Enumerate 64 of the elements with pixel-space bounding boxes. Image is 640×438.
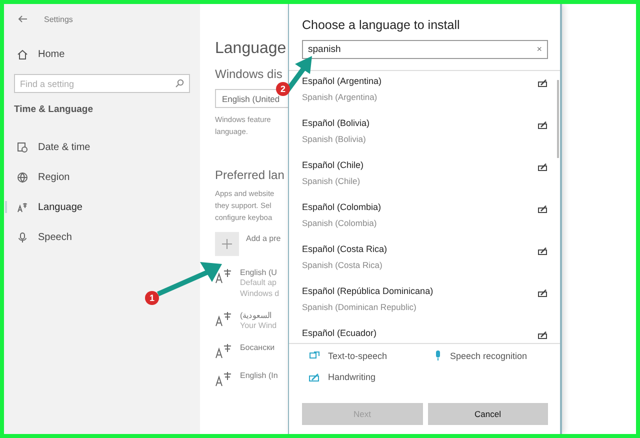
language-english-name: Spanish (Dominican Republic) — [302, 302, 418, 312]
search-icon — [175, 79, 184, 88]
home-icon — [17, 48, 28, 60]
search-field[interactable]: Find a setting — [14, 74, 190, 93]
language-name[interactable]: (السعودية — [240, 311, 277, 320]
add-language-button[interactable] — [215, 232, 239, 256]
language-icon — [215, 311, 233, 327]
feature-label: Handwriting — [309, 372, 434, 382]
language-name[interactable]: English (In — [240, 371, 278, 380]
feature-label: Text-to-speech — [309, 350, 434, 361]
back-arrow-icon[interactable] — [18, 15, 28, 23]
page-title: Language — [215, 40, 288, 58]
home-link[interactable]: Home — [17, 44, 190, 64]
language-english-name: Spanish (Colombia) — [302, 218, 378, 228]
handwriting-icon — [538, 289, 548, 297]
handwriting-icon — [538, 121, 548, 129]
language-icon — [215, 371, 233, 387]
sidebar-item[interactable]: Speech — [17, 227, 190, 247]
annotation-arrow — [157, 262, 222, 296]
language-english-name: Spanish (Chile) — [302, 176, 362, 186]
language-description: Your Wind — [240, 320, 277, 331]
window-title: Settings — [44, 14, 73, 24]
microphone-icon — [17, 232, 28, 242]
sidebar-item[interactable]: Date & time — [17, 137, 190, 157]
selection-indicator — [5, 201, 7, 213]
language-icon — [17, 202, 28, 212]
handwriting-icon — [538, 331, 548, 339]
language-description: Windows d — [240, 288, 280, 299]
globe-icon — [17, 172, 28, 182]
sidebar-item[interactable]: Region — [17, 167, 190, 187]
handwriting-icon — [309, 372, 320, 382]
language-option[interactable]: Español (Ecuador) — [302, 328, 377, 338]
language-name[interactable]: English (U — [240, 268, 280, 277]
dialog-button[interactable]: Cancel — [428, 403, 548, 425]
language-option[interactable]: Español (Argentina) — [302, 76, 382, 86]
speech-bubble-icon — [309, 350, 320, 360]
language-english-name: Spanish (Costa Rica) — [302, 260, 384, 270]
language-english-name: Spanish (Bolivia) — [302, 134, 367, 144]
handwriting-icon — [538, 205, 548, 213]
language-option[interactable]: Español (Chile) — [302, 160, 364, 170]
dialog-title: Choose a language to install — [301, 18, 461, 32]
calendar-clock-icon — [17, 142, 28, 152]
clear-button[interactable]: × — [536, 44, 542, 54]
section-heading: Preferred lan — [215, 168, 286, 182]
language-option[interactable]: Español (Colombia) — [302, 202, 382, 212]
language-english-name: Spanish (Argentina) — [302, 92, 378, 102]
language-option[interactable]: Español (Bolivia) — [302, 118, 370, 128]
add-language-label[interactable]: Add a pre — [246, 234, 281, 256]
microphone-icon — [434, 350, 442, 361]
section-heading: Windows dis — [215, 67, 284, 81]
plus-icon — [222, 239, 232, 249]
scrollbar[interactable] — [557, 80, 559, 158]
language-option[interactable]: Español (República Dominicana) — [302, 286, 434, 296]
language-icon — [215, 268, 233, 284]
language-description: Default ap — [240, 277, 278, 288]
handwriting-icon — [538, 247, 548, 255]
handwriting-icon — [538, 79, 548, 87]
language-name[interactable]: Босански — [240, 343, 275, 352]
handwriting-icon — [538, 163, 548, 171]
sidebar-item[interactable]: Language — [17, 197, 190, 217]
language-option[interactable]: Español (Costa Rica) — [302, 244, 388, 254]
section-heading: Time & Language — [14, 104, 94, 115]
feature-label: Speech recognition — [434, 350, 559, 361]
language-icon — [215, 343, 233, 359]
